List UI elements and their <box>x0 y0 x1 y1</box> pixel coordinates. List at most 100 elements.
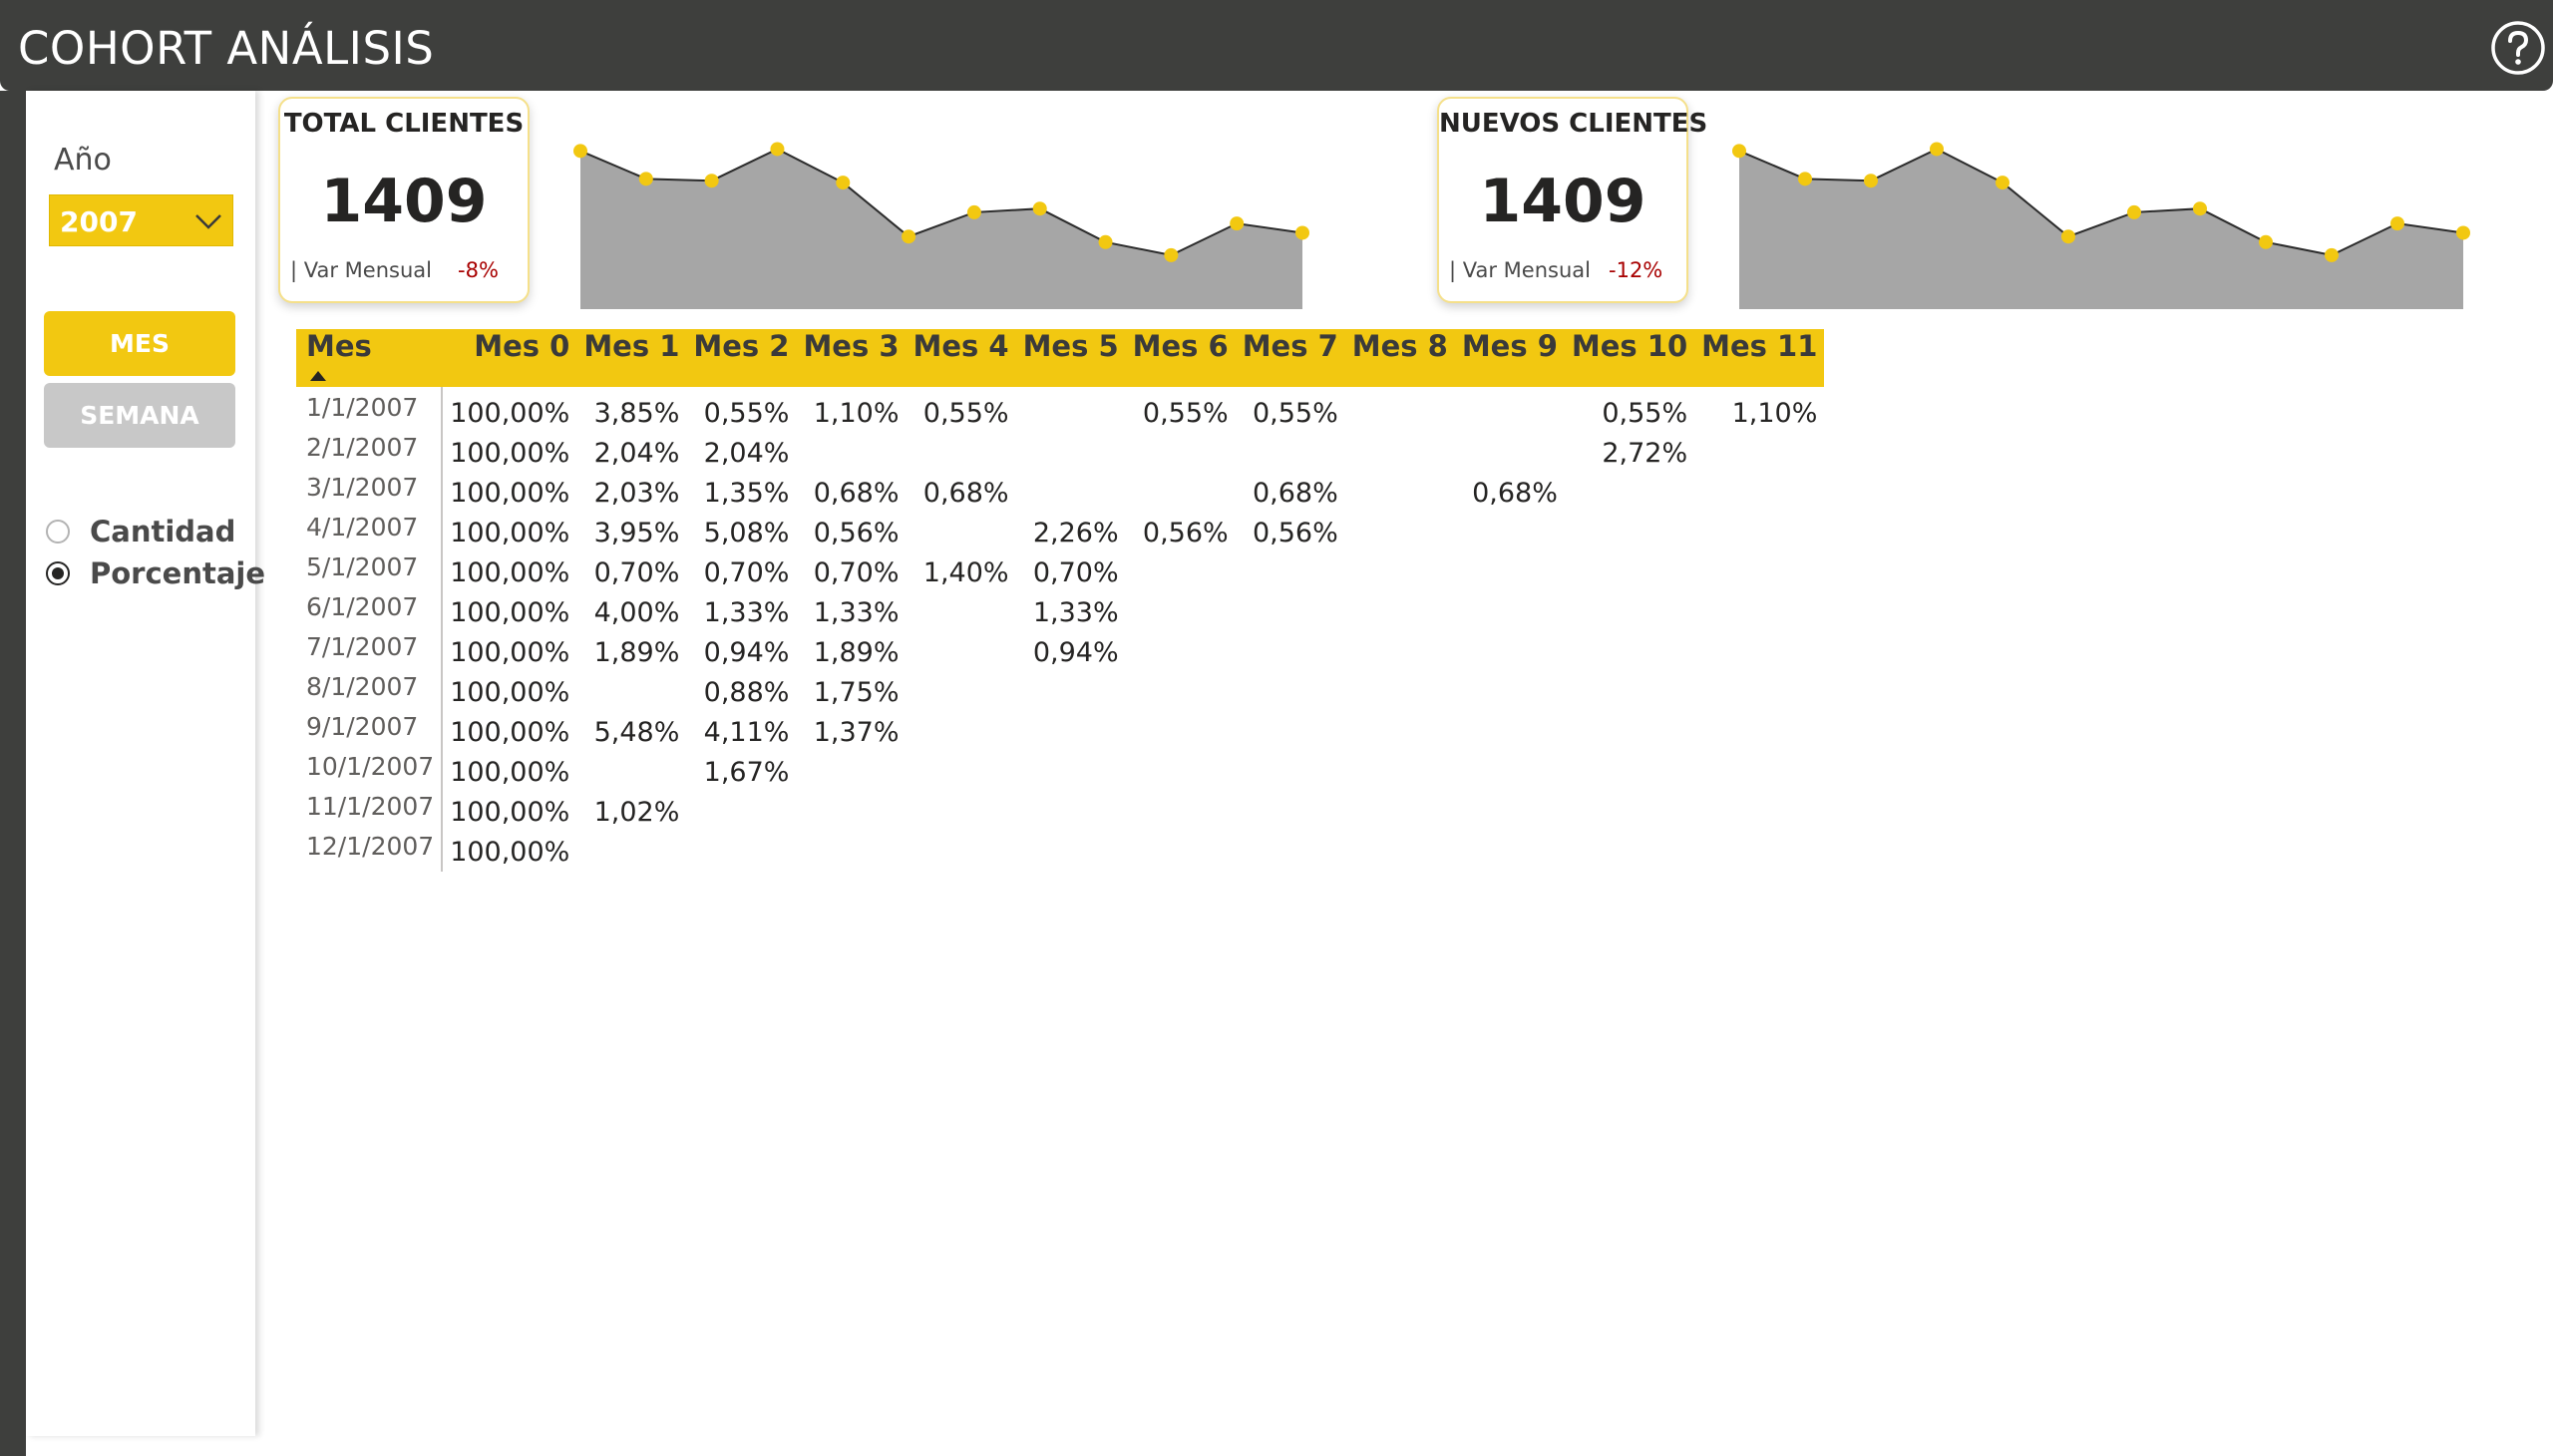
matrix-cell <box>1455 752 1565 792</box>
matrix-cell <box>1694 513 1824 552</box>
matrix-cell: 0,68% <box>922 477 1009 509</box>
sparkline-point <box>2193 201 2207 216</box>
row-label: 8/1/2007 <box>296 672 444 712</box>
matrix-cell: 1,35% <box>703 477 790 509</box>
matrix-cell <box>796 792 906 832</box>
matrix-cell <box>1126 632 1236 672</box>
radio-porcentaje[interactable]: Porcentaje <box>46 554 265 592</box>
matrix-cell: 1,33% <box>1032 596 1119 628</box>
matrix-cell: 2,72% <box>1602 437 1688 469</box>
radio-cantidad[interactable]: Cantidad <box>46 513 235 550</box>
column-header[interactable]: Mes 3 <box>796 329 907 387</box>
left-edge-bar <box>0 91 26 1456</box>
column-header[interactable]: Mes 1 <box>576 329 687 387</box>
matrix-cell: 2,04% <box>593 437 680 469</box>
matrix-cell: 0,94% <box>1032 636 1119 668</box>
matrix-cell <box>1694 832 1824 872</box>
matrix-cell: 100,00% <box>450 437 570 469</box>
matrix-cell <box>1455 433 1565 473</box>
column-header[interactable]: Mes 2 <box>686 329 797 387</box>
matrix-cell: 1,89% <box>593 636 680 668</box>
column-header[interactable]: Mes 5 <box>1015 329 1126 387</box>
matrix-cell: 1,33% <box>703 596 790 628</box>
year-dropdown-value: 2007 <box>60 205 138 238</box>
matrix-cell: 1,75% <box>813 676 900 708</box>
matrix-cell <box>796 752 906 792</box>
matrix-cell <box>907 712 1016 752</box>
kpi-title: TOTAL CLIENTES <box>283 109 525 139</box>
kpi-value: 1409 <box>320 167 488 236</box>
matrix-cell <box>1345 592 1455 632</box>
matrix-cell <box>1126 792 1236 832</box>
matrix-cell <box>1016 752 1126 792</box>
matrix-cell <box>907 513 1016 552</box>
table-row: 9/1/2007 100,00% 5,48% 4,11% 1,37% <box>296 712 1824 752</box>
radio-cantidad-label: Cantidad <box>90 515 236 548</box>
column-header[interactable]: Mes 10 <box>1564 329 1695 387</box>
matrix-cell: 0,68% <box>813 477 900 509</box>
row-label: 7/1/2007 <box>296 632 444 672</box>
sparkline-point <box>1930 142 1944 157</box>
column-header[interactable]: Mes 4 <box>906 329 1016 387</box>
column-header[interactable]: Mes 8 <box>1344 329 1455 387</box>
matrix-cell <box>1126 473 1236 513</box>
row-label: 2/1/2007 <box>296 433 444 473</box>
table-row: 11/1/2007 100,00% 1,02% <box>296 792 1824 832</box>
radio-porcentaje-label: Porcentaje <box>90 556 266 590</box>
sparkline-point <box>902 229 916 244</box>
matrix-cell: 100,00% <box>450 477 570 509</box>
matrix-cell <box>1455 712 1565 752</box>
semana-button[interactable]: SEMANA <box>44 383 235 448</box>
matrix-cell <box>1016 832 1126 872</box>
kpi-value: 1409 <box>1479 167 1646 236</box>
column-header[interactable]: Mes 6 <box>1125 329 1236 387</box>
table-row: 6/1/2007 100,00% 4,00% 1,33% 1,33% 1,33% <box>296 592 1824 632</box>
matrix-cell <box>1345 473 1455 513</box>
matrix-cell: 0,55% <box>1142 397 1229 429</box>
title-bar: COHORT ANÁLISIS <box>0 0 2553 91</box>
sort-ascending-icon <box>310 371 326 381</box>
matrix-cell <box>1455 672 1565 712</box>
column-header[interactable]: Mes 11 <box>1694 329 1825 387</box>
matrix-cell <box>1455 792 1565 832</box>
table-row: 5/1/2007 100,00% 0,70% 0,70% 0,70% 1,40% 0,70% <box>296 552 1824 592</box>
matrix-cell <box>1345 672 1455 712</box>
matrix-cell <box>1565 632 1694 672</box>
question-circle-icon[interactable] <box>2490 20 2546 76</box>
column-header[interactable]: Mes 0 <box>442 329 577 387</box>
matrix-cell <box>1345 832 1455 872</box>
matrix-cell: 0,88% <box>703 676 790 708</box>
column-header[interactable]: Mes 9 <box>1454 329 1565 387</box>
matrix-cell: 3,95% <box>593 517 680 548</box>
matrix-cell <box>576 672 686 712</box>
matrix-cell: 5,08% <box>703 517 790 548</box>
matrix-cell: 1,10% <box>813 397 900 429</box>
kpi-card-total-clientes: TOTAL CLIENTES 1409 | Var Mensual -8% <box>278 97 530 303</box>
mes-button[interactable]: MES <box>44 311 235 376</box>
row-label: 12/1/2007 <box>296 832 444 872</box>
row-label: 5/1/2007 <box>296 552 444 592</box>
matrix-cell: 0,56% <box>813 517 900 548</box>
matrix-cell <box>1565 473 1694 513</box>
sparkline-point <box>2456 225 2470 240</box>
row-header-mes[interactable]: Mes <box>296 329 443 387</box>
matrix-cell <box>1236 672 1345 712</box>
matrix-cell <box>1345 552 1455 592</box>
matrix-cell <box>1455 592 1565 632</box>
matrix-cell <box>1016 672 1126 712</box>
sparkline-point <box>573 144 587 159</box>
matrix-cell: 100,00% <box>450 676 570 708</box>
matrix-cell: 1,37% <box>813 716 900 748</box>
table-row: 8/1/2007 100,00% 0,88% 1,75% <box>296 672 1824 712</box>
matrix-cell <box>1016 712 1126 752</box>
year-dropdown[interactable]: 2007 <box>49 194 233 246</box>
row-label: 10/1/2007 <box>296 752 444 792</box>
matrix-cell <box>1694 792 1824 832</box>
cohort-matrix: Mes Mes 0 Mes 1 Mes 2 Mes 3 Mes 4 Mes 5 Mes 6M… <box>296 329 1825 872</box>
sparkline-point <box>1798 172 1812 186</box>
column-header[interactable]: Mes 7 <box>1235 329 1345 387</box>
matrix-cell <box>1455 632 1565 672</box>
matrix-cell: 0,55% <box>1252 397 1338 429</box>
matrix-cell <box>1565 672 1694 712</box>
matrix-cell <box>1236 712 1345 752</box>
